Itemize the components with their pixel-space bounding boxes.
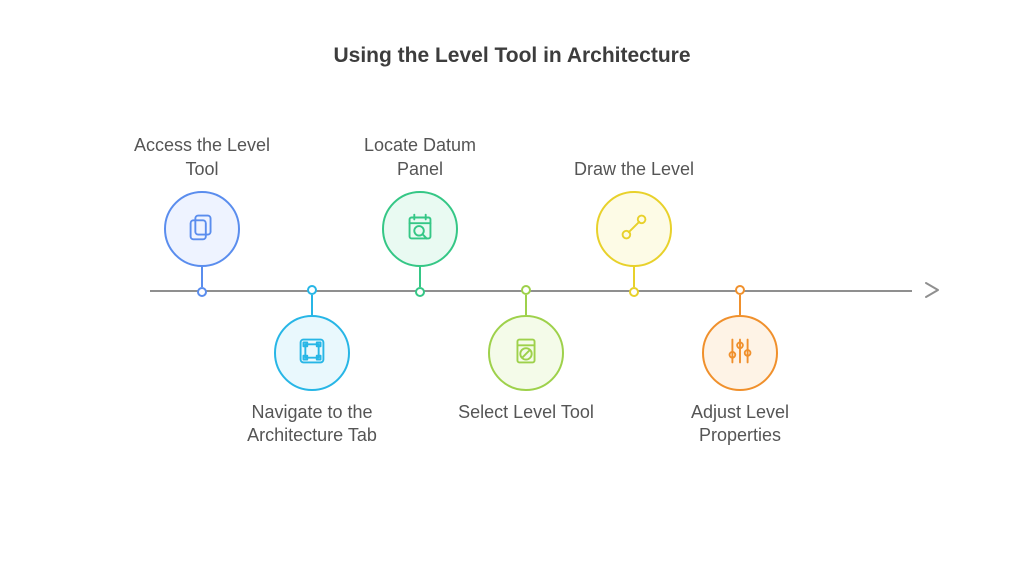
step-pin [197,287,207,297]
step-label: Access the Level Tool [122,134,282,181]
step-connector [633,267,635,287]
step-connector [739,295,741,315]
step-pin [735,285,745,295]
step-bubble [596,191,672,267]
step-label: Adjust Level Properties [660,401,820,448]
copy-icon [183,208,221,251]
not-allowed-icon [507,332,545,375]
calendar-search-icon [401,208,439,251]
step-bubble [488,315,564,391]
step-label: Navigate to the Architecture Tab [232,401,392,448]
step-pin [521,285,531,295]
step-bubble [274,315,350,391]
step-connector [311,295,313,315]
step-pin [629,287,639,297]
step-connector [201,267,203,287]
step-connector [525,295,527,315]
step-adjust-level-properties: Adjust Level Properties [660,285,820,448]
step-label: Draw the Level [554,158,714,181]
diagram-title: Using the Level Tool in Architecture [0,44,1024,68]
sliders-icon [721,332,759,375]
step-bubble [702,315,778,391]
step-pin [307,285,317,295]
step-bubble [382,191,458,267]
transform-icon [293,332,331,375]
step-draw-level: Draw the Level [554,158,714,297]
step-navigate-architecture-tab: Navigate to the Architecture Tab [232,285,392,448]
line-segment-icon [615,208,653,251]
step-locate-datum-panel: Locate Datum Panel [340,134,500,297]
timeline-diagram: Using the Level Tool in Architecture Acc… [0,0,1024,576]
step-bubble [164,191,240,267]
step-access-level-tool: Access the Level Tool [122,134,282,297]
step-connector [419,267,421,287]
step-label: Select Level Tool [446,401,606,424]
step-select-level-tool: Select Level Tool [446,285,606,424]
step-label: Locate Datum Panel [340,134,500,181]
step-pin [415,287,425,297]
